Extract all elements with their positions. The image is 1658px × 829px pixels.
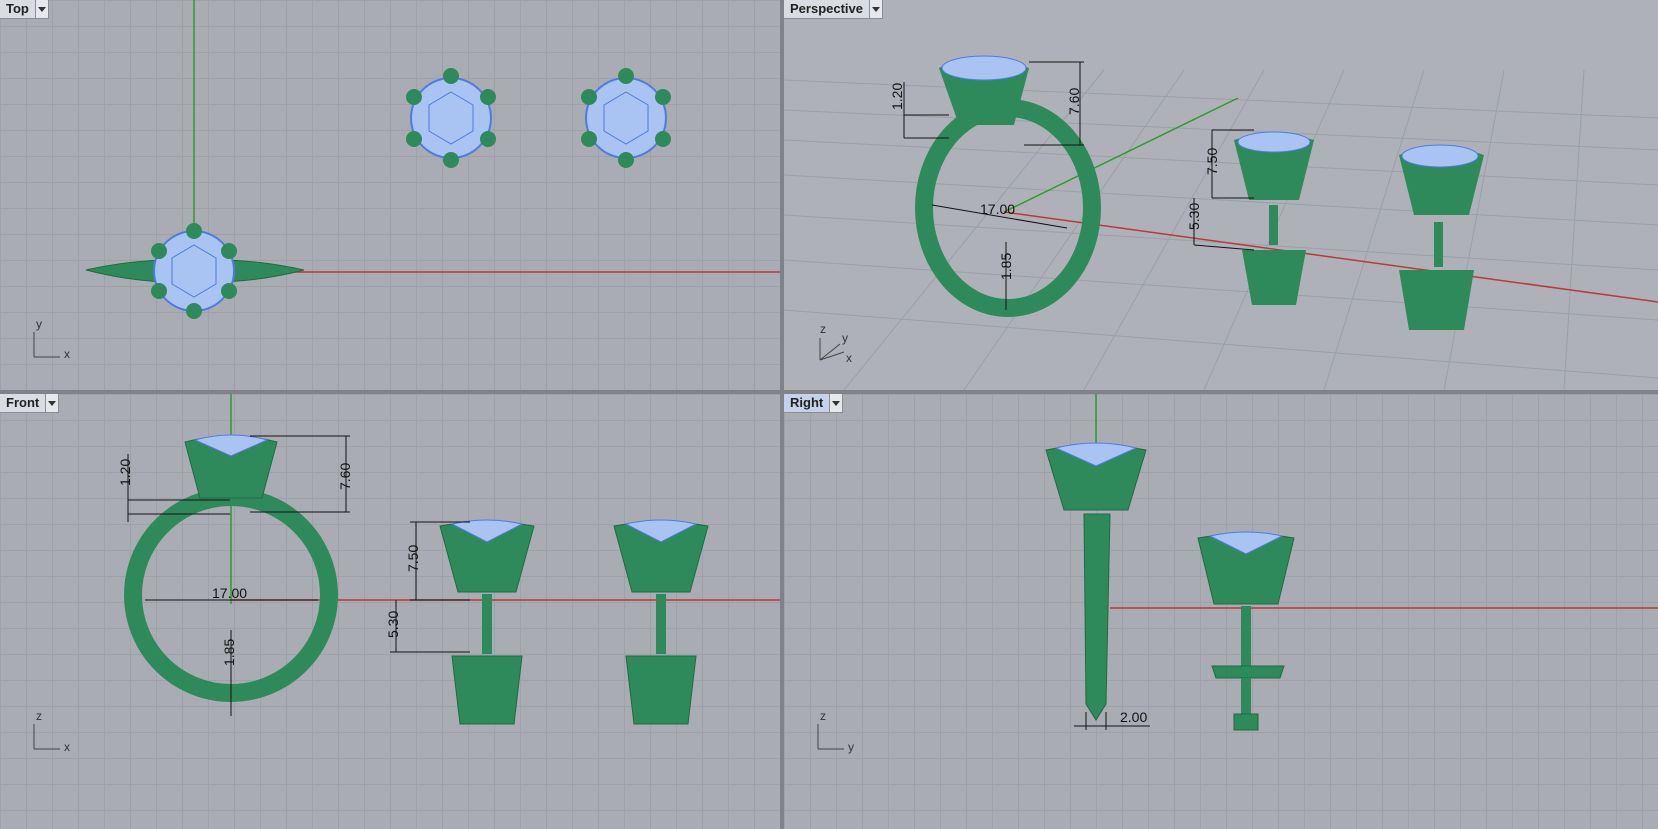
earring-left-persp [1234, 131, 1314, 305]
axis-widget [817, 724, 844, 750]
axis-widget [819, 338, 845, 361]
axis-widget [33, 724, 60, 750]
viewport-menu-button[interactable] [829, 394, 843, 412]
viewport-menu-button[interactable] [34, 0, 48, 18]
dim-ring-inner: 17.00 [980, 201, 1015, 217]
axis-label-x: x [64, 347, 70, 361]
right-scene: 2.00 z y [817, 394, 1658, 754]
dim-ring-inner: 17.00 [212, 585, 247, 601]
chevron-down-icon [37, 6, 46, 12]
axis-label-z: z [36, 709, 42, 723]
viewport-tab-top[interactable]: Top [0, 0, 49, 19]
viewport-tab-right[interactable]: Right [784, 394, 844, 413]
axis-label-x: x [846, 351, 852, 365]
axis-widget [33, 332, 60, 358]
viewport-perspective[interactable]: Perspective 7.60 1.20 17.00 1.85 7.50 5.… [784, 0, 1658, 390]
perspective-grid [784, 69, 1658, 390]
viewport-menu-button[interactable] [45, 394, 59, 412]
ring-head-front [184, 434, 278, 499]
viewport-tab-front[interactable]: Front [0, 394, 60, 413]
viewport-title[interactable]: Right [784, 394, 829, 412]
top-scene: y x [33, 0, 780, 361]
axis-label-y: y [36, 317, 42, 331]
viewport-title[interactable]: Front [0, 394, 45, 412]
earring-right-front [613, 519, 709, 725]
earring-side-right [1197, 531, 1295, 731]
dim-head-height: 7.60 [1066, 88, 1082, 115]
axis-label-x: x [64, 740, 70, 754]
chevron-down-icon [872, 6, 880, 12]
viewport-title[interactable]: Perspective [784, 0, 869, 18]
x-axis-line [1003, 211, 1658, 303]
dim-band-width: 2.00 [1120, 709, 1147, 725]
dim-band-thickness: 1.85 [221, 639, 237, 666]
earring-left-top [406, 68, 496, 168]
axis-label-y: y [848, 740, 854, 754]
perspective-scene: 7.60 1.20 17.00 1.85 7.50 5.30 z y x [784, 55, 1658, 390]
dim-earring-post: 5.30 [385, 611, 401, 638]
ring-head-persp [939, 55, 1029, 125]
viewport-menu-button[interactable] [869, 0, 882, 18]
dim-earring-head: 7.50 [1204, 148, 1220, 175]
axis-label-z: z [820, 322, 826, 336]
chevron-down-icon [832, 400, 841, 406]
dim-shoulder: 1.20 [117, 459, 133, 486]
viewport-tab-perspective[interactable]: Perspective [784, 0, 883, 19]
ring-side-right [1045, 442, 1147, 721]
dim-earring-post: 5.30 [1186, 203, 1202, 230]
ring-head-top [151, 223, 237, 319]
viewport-front[interactable]: Front 7.60 1.20 17.00 1.85 7.50 5.30 z x [0, 394, 780, 829]
axis-label-z: z [820, 709, 826, 723]
viewport-title[interactable]: Top [0, 0, 35, 18]
viewport-right[interactable]: Right 2.00 z y [784, 394, 1658, 829]
chevron-down-icon [48, 400, 57, 406]
dim-head-height: 7.60 [337, 463, 353, 490]
earring-right-persp [1399, 144, 1484, 330]
axis-label-y: y [842, 331, 848, 345]
front-scene: 7.60 1.20 17.00 1.85 7.50 5.30 z x [33, 394, 780, 754]
viewport-top[interactable]: Top y x [0, 0, 780, 390]
earring-left-front [439, 519, 535, 725]
dim-shoulder: 1.20 [889, 83, 905, 110]
dim-band-thickness: 1.85 [998, 253, 1014, 280]
dim-earring-head: 7.50 [405, 545, 421, 572]
earring-right-top [581, 68, 671, 168]
